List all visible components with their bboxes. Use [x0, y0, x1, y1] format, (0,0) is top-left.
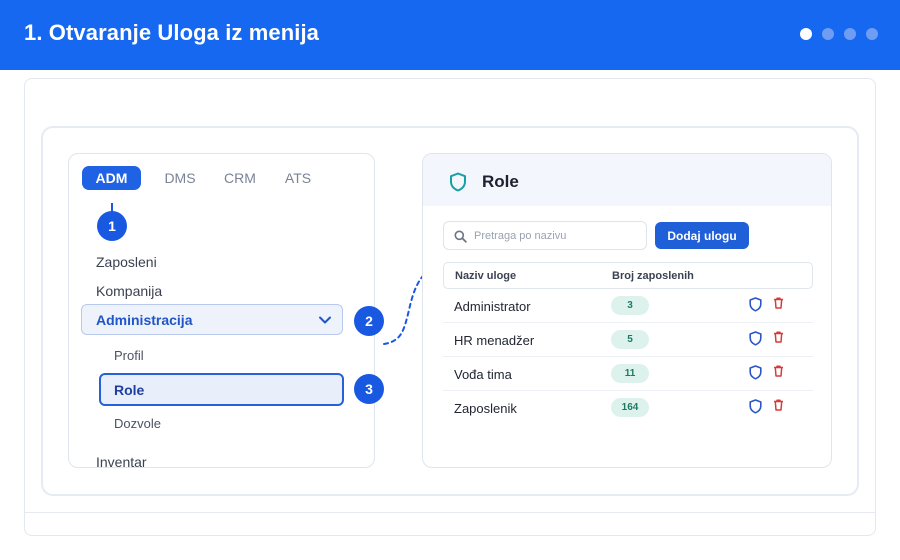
- roles-table: Naziv uloge Broj zaposlenih Administrato…: [443, 262, 813, 425]
- employee-count-badge: 11: [611, 364, 649, 383]
- table-row[interactable]: Zaposlenik 164: [443, 391, 813, 425]
- role-name: Administrator: [454, 299, 531, 314]
- add-role-button[interactable]: Dodaj ulogu: [655, 222, 749, 249]
- column-header-name: Naziv uloge: [455, 270, 517, 282]
- roles-panel: Role Dodaj ulogu Naziv uloge Broj zaposl…: [422, 153, 832, 468]
- trash-icon[interactable]: [773, 365, 784, 377]
- column-header-count: Broj zaposlenih: [612, 270, 694, 282]
- shield-icon[interactable]: [749, 365, 762, 380]
- trash-icon[interactable]: [773, 331, 784, 343]
- table-header: Naziv uloge Broj zaposlenih: [443, 262, 813, 289]
- shield-icon[interactable]: [749, 297, 762, 312]
- role-name: HR menadžer: [454, 333, 535, 348]
- roles-panel-header: Role: [423, 154, 831, 206]
- employee-count-badge: 164: [611, 398, 649, 417]
- search-input[interactable]: [474, 228, 642, 244]
- role-name: Zaposlenik: [454, 401, 517, 416]
- shield-icon[interactable]: [749, 399, 762, 414]
- trash-icon[interactable]: [773, 399, 784, 411]
- employee-count-badge: 5: [611, 330, 649, 349]
- table-row[interactable]: Vođa tima 11: [443, 357, 813, 391]
- trash-icon[interactable]: [773, 297, 784, 309]
- shield-icon: [450, 172, 466, 192]
- shield-icon[interactable]: [749, 331, 762, 346]
- employee-count-badge: 3: [611, 296, 649, 315]
- search-box: [443, 221, 647, 250]
- table-row[interactable]: HR menadžer 5: [443, 323, 813, 357]
- table-row[interactable]: Administrator 3: [443, 289, 813, 323]
- search-icon: [454, 230, 467, 243]
- roles-title: Role: [482, 172, 519, 191]
- role-name: Vođa tima: [454, 367, 512, 382]
